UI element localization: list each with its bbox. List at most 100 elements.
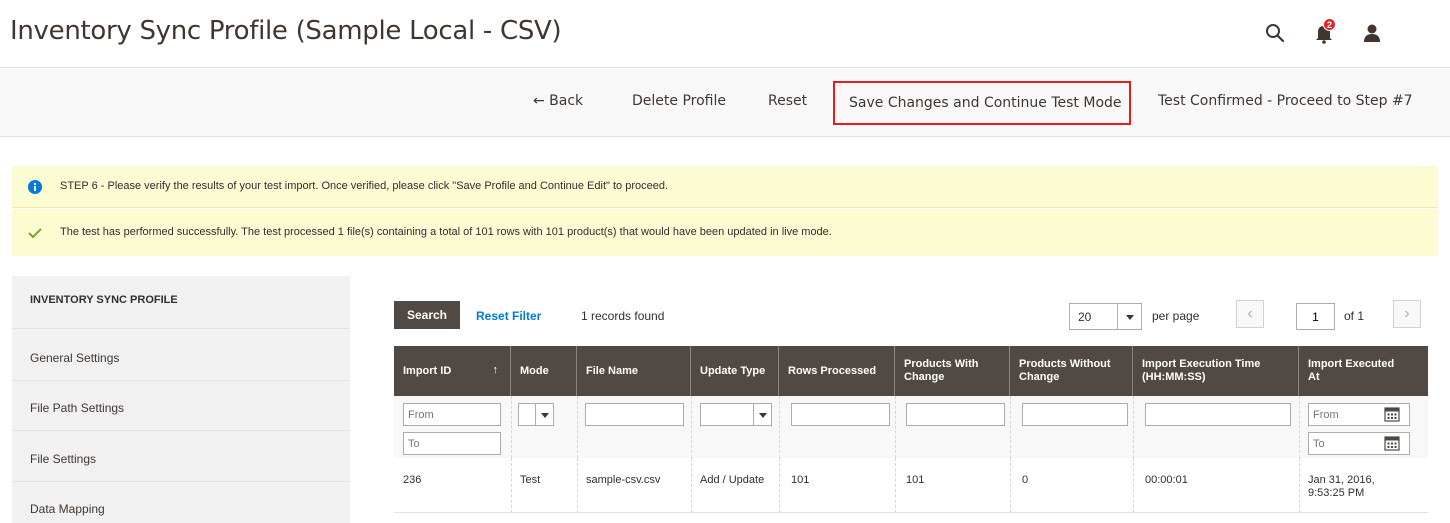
chevron-left-icon: ‹	[1247, 305, 1253, 322]
column-header-label: Import ID	[403, 364, 452, 377]
reset-button[interactable]: Reset	[768, 93, 807, 109]
sidebar-divider	[12, 481, 350, 482]
column-divider	[1299, 458, 1300, 513]
save-continue-test-mode-button[interactable]: Save Changes and Continue Test Mode	[833, 81, 1131, 125]
user-icon[interactable]	[1361, 22, 1383, 44]
reset-filter-link[interactable]: Reset Filter	[476, 309, 541, 323]
page-title: Inventory Sync Profile (Sample Local - C…	[10, 16, 562, 46]
products-without-change-filter-input[interactable]	[1022, 403, 1128, 426]
column-divider	[691, 458, 692, 513]
import-id-from-input[interactable]	[403, 403, 501, 426]
column-header-label: Import Executed At	[1308, 358, 1395, 383]
info-message: STEP 6 - Please verify the results of yo…	[12, 166, 1438, 208]
column-divider	[577, 458, 578, 513]
execution-time-filter-input[interactable]	[1145, 403, 1291, 426]
column-header-import-id[interactable]: Import ID ↑	[394, 346, 511, 396]
sidebar-item-data-mapping[interactable]: Data Mapping	[30, 502, 105, 516]
column-divider	[1299, 396, 1300, 458]
column-divider	[779, 458, 780, 513]
rows-processed-filter-input[interactable]	[791, 403, 890, 426]
column-header-label: Update Type	[700, 364, 766, 377]
per-page-value: 20	[1078, 310, 1092, 324]
chevron-down-icon[interactable]	[1117, 304, 1141, 329]
per-page-label: per page	[1152, 309, 1200, 323]
bell-icon[interactable]: 2	[1313, 18, 1336, 44]
calendar-icon[interactable]	[1384, 406, 1400, 422]
column-header-update-type[interactable]: Update Type	[691, 346, 779, 396]
table-row[interactable]: 236 Test sample-csv.csv Add / Update 101…	[394, 458, 1428, 513]
info-icon	[28, 180, 42, 194]
grid-header-row: Import ID ↑ Mode File Name Update Type R…	[394, 346, 1428, 396]
cell-update-type: Add / Update	[700, 474, 765, 486]
cell-products-without-change: 0	[1022, 474, 1029, 486]
cell-execution-time: 00:00:01	[1145, 474, 1188, 486]
column-divider	[1133, 396, 1134, 458]
update-type-filter-select[interactable]	[700, 403, 772, 426]
previous-page-button[interactable]: ‹	[1236, 300, 1264, 328]
success-message-text: The test has performed successfully. The…	[60, 226, 832, 238]
sidebar-item-file-path-settings[interactable]: File Path Settings	[30, 401, 124, 415]
cell-file-name: sample-csv.csv	[586, 474, 661, 486]
column-divider	[895, 396, 896, 458]
column-divider	[577, 396, 578, 458]
chevron-right-icon: ›	[1404, 305, 1410, 322]
records-found-count: 1 records found	[581, 309, 665, 323]
column-header-mode[interactable]: Mode	[511, 346, 577, 396]
column-header-label: File Name	[586, 364, 638, 377]
file-name-filter-input[interactable]	[585, 403, 684, 426]
cell-mode: Test	[520, 474, 541, 486]
page-header: Inventory Sync Profile (Sample Local - C…	[0, 0, 1450, 68]
sidebar-title: INVENTORY SYNC PROFILE	[30, 294, 178, 306]
column-header-file-name[interactable]: File Name	[577, 346, 691, 396]
per-page-select[interactable]: 20	[1069, 303, 1142, 330]
chevron-down-icon	[535, 404, 553, 425]
sidebar: INVENTORY SYNC PROFILE General Settings …	[12, 276, 350, 523]
grid-filter-row	[394, 396, 1428, 458]
column-divider	[511, 396, 512, 458]
cell-products-with-change: 101	[906, 474, 925, 486]
search-button[interactable]: Search	[394, 301, 460, 329]
page-actions-toolbar: ← Back Delete Profile Reset Save Changes…	[0, 69, 1450, 137]
sidebar-divider	[12, 380, 350, 381]
products-with-change-filter-input[interactable]	[906, 403, 1005, 426]
column-header-products-with-change[interactable]: Products With Change	[895, 346, 1010, 396]
info-message-text: STEP 6 - Please verify the results of yo…	[60, 180, 669, 192]
calendar-icon[interactable]	[1384, 435, 1400, 451]
chevron-down-icon	[753, 404, 771, 425]
column-header-products-without-change[interactable]: Products Without Change	[1010, 346, 1133, 396]
column-divider	[691, 396, 692, 458]
column-header-label: Mode	[520, 364, 549, 377]
sidebar-item-file-settings[interactable]: File Settings	[30, 452, 96, 466]
delete-profile-button[interactable]: Delete Profile	[632, 93, 726, 109]
column-header-label: Products Without Change	[1019, 358, 1111, 383]
column-header-label: Import Execution Time (HH:MM:SS)	[1142, 358, 1261, 383]
import-id-to-input[interactable]	[403, 432, 501, 455]
column-divider	[779, 396, 780, 458]
sidebar-item-general-settings[interactable]: General Settings	[30, 351, 119, 365]
column-header-label: Products With Change	[904, 358, 979, 383]
checkmark-icon	[28, 226, 42, 240]
column-header-rows-processed[interactable]: Rows Processed	[779, 346, 895, 396]
sidebar-divider	[12, 430, 350, 431]
column-divider	[1010, 458, 1011, 513]
success-message: The test has performed successfully. The…	[12, 209, 1438, 256]
mode-filter-select[interactable]	[518, 403, 554, 426]
next-page-button[interactable]: ›	[1393, 300, 1421, 328]
page-number-input[interactable]	[1296, 303, 1335, 330]
cell-rows-processed: 101	[791, 474, 810, 486]
page-total: of 1	[1344, 309, 1365, 323]
cell-executed-at: Jan 31, 2016, 9:53:25 PM	[1308, 474, 1375, 499]
column-header-import-execution-time[interactable]: Import Execution Time (HH:MM:SS)	[1133, 346, 1299, 396]
back-button[interactable]: ← Back	[533, 93, 583, 109]
column-divider	[1133, 458, 1134, 513]
cell-import-id: 236	[403, 474, 422, 486]
column-divider	[1010, 396, 1011, 458]
column-divider	[511, 458, 512, 513]
column-header-label: Rows Processed	[788, 364, 877, 377]
column-header-import-executed-at[interactable]: Import Executed At	[1299, 346, 1428, 396]
sidebar-divider	[12, 328, 350, 329]
notification-badge: 2	[1323, 18, 1336, 31]
search-icon[interactable]	[1264, 22, 1286, 44]
test-confirmed-proceed-button[interactable]: Test Confirmed - Proceed to Step #7	[1158, 93, 1413, 109]
sort-ascending-icon: ↑	[492, 364, 499, 376]
